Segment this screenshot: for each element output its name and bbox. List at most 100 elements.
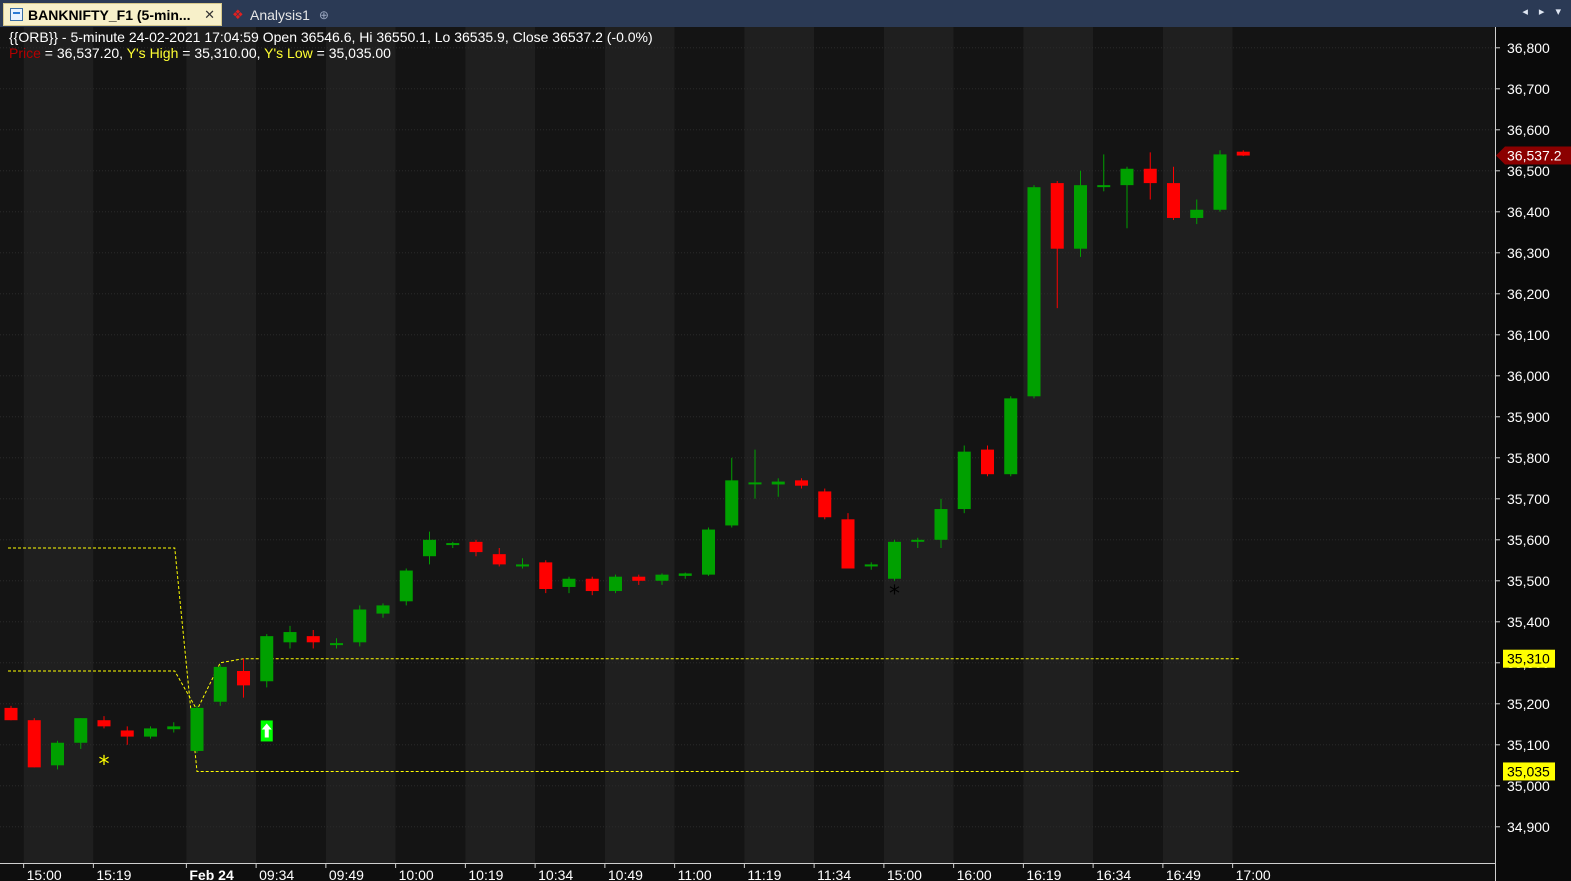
candle-body: [516, 564, 529, 567]
time-tick-label: 10:00: [399, 867, 434, 881]
candle-body: [27, 720, 41, 768]
price-tick-label: 35,500: [1507, 573, 1550, 589]
time-band: [744, 27, 815, 863]
candle-body: [818, 491, 832, 518]
price-chart[interactable]: ** 34,90035,00035,10035,20035,30035,4003…: [0, 27, 1571, 881]
price-tick-label: 36,800: [1507, 40, 1550, 56]
chart-window-icon: [10, 8, 23, 21]
candle-body: [1097, 185, 1111, 188]
yesterday-high-price-label: 35,310: [1503, 649, 1555, 668]
candle-body: [1213, 154, 1227, 210]
candle-body: [934, 509, 948, 540]
price-tick-label: 35,100: [1507, 737, 1550, 753]
candle-body: [376, 605, 390, 614]
ylow-legend-label: Y's Low: [264, 45, 313, 61]
candle-body: [725, 480, 739, 526]
candle-body: [423, 539, 436, 557]
yesterday-low-price-label: 35,035: [1503, 762, 1555, 781]
time-tick-label: 11:00: [678, 867, 712, 881]
candle-body: [330, 643, 343, 646]
candle-body: [399, 570, 413, 602]
time-band: [674, 27, 745, 863]
candle: [981, 445, 994, 477]
time-tick-label: 10:19: [468, 867, 503, 881]
tab-banknifty-chart[interactable]: BANKNIFTY_F1 (5-min... ✕: [3, 3, 222, 26]
candle-body: [190, 707, 204, 751]
time-tick-label: 11:19: [747, 867, 781, 881]
time-band: [1162, 27, 1233, 863]
candle: [190, 705, 204, 753]
candle-body: [4, 707, 18, 721]
candle: [841, 513, 855, 569]
candle: [1213, 150, 1227, 212]
candle: [51, 740, 64, 770]
candle: [213, 664, 227, 706]
candle: [957, 445, 971, 514]
candle-body: [97, 720, 111, 727]
price-axis[interactable]: 34,90035,00035,10035,20035,30035,40035,5…: [1495, 27, 1571, 881]
candle-body: [539, 562, 553, 589]
level-label-text: 35,035: [1507, 763, 1550, 779]
tab-bar: BANKNIFTY_F1 (5-min... ✕ ❖ Analysis1 ⊕ ◂…: [0, 0, 1571, 28]
candle-body: [771, 481, 785, 485]
candle-body: [306, 636, 320, 643]
candle-body: [1167, 183, 1180, 218]
time-tick-label: 09:34: [259, 867, 294, 881]
price-legend-value: = 36,537.20,: [40, 45, 127, 61]
price-legend-label: Price: [9, 45, 41, 61]
candle-body: [562, 578, 576, 587]
price-tick-label: 35,900: [1507, 409, 1550, 425]
candle: [818, 488, 832, 520]
time-tick-label: 16:49: [1166, 867, 1201, 881]
candle-body: [469, 541, 483, 553]
chart-background: [0, 27, 1495, 881]
candle: [353, 605, 367, 647]
candle-body: [609, 576, 622, 592]
signal-star-marker: *: [99, 752, 110, 777]
candle-body: [1004, 398, 1018, 475]
candle-body: [260, 636, 274, 682]
price-tick-label: 35,700: [1507, 491, 1550, 507]
candle-body: [655, 574, 669, 581]
tab-label: BANKNIFTY_F1 (5-min...: [28, 6, 191, 23]
candle-body: [864, 564, 878, 567]
candle: [27, 718, 41, 768]
candle-body: [74, 718, 88, 743]
time-tick-label: 16:34: [1096, 867, 1131, 881]
time-band: [1232, 27, 1495, 863]
price-tick-label: 35,400: [1507, 614, 1550, 630]
last-price-tag-text: 36,537.2: [1507, 148, 1562, 164]
price-tick-label: 36,200: [1507, 286, 1550, 302]
tab-analysis[interactable]: ❖ Analysis1 ⊕: [226, 3, 338, 26]
time-band: [883, 27, 954, 863]
time-tick-label: 10:49: [608, 867, 643, 881]
last-price-tag: 36,537.2: [1496, 146, 1571, 165]
price-tick-label: 36,400: [1507, 204, 1550, 220]
time-tick-label: 15:00: [887, 867, 922, 881]
buy-arrow-marker: [260, 720, 273, 742]
candle: [260, 634, 274, 688]
candle: [609, 574, 622, 594]
candle-body: [1050, 183, 1064, 249]
tab-scroll-arrows[interactable]: ◂ ▸ ▾: [1522, 5, 1565, 18]
price-tick-label: 35,800: [1507, 450, 1550, 466]
candle: [539, 560, 553, 594]
time-band: [535, 27, 605, 863]
time-band: [325, 27, 396, 863]
candle-body: [492, 554, 506, 565]
time-band: [93, 27, 187, 863]
price-tick-label: 34,900: [1507, 819, 1550, 835]
price-tick-label: 35,600: [1507, 532, 1550, 548]
time-band: [0, 27, 24, 863]
candle-body: [702, 529, 715, 575]
candle-body: [144, 728, 157, 737]
close-icon[interactable]: ✕: [204, 7, 215, 23]
pin-icon[interactable]: ⊕: [319, 8, 329, 22]
time-tick-label: 16:00: [957, 867, 992, 881]
chart-info-line: {{ORB}} - 5-minute 24-02-2021 17:04:59 O…: [9, 29, 653, 45]
time-band: [465, 27, 536, 863]
candle-body: [446, 543, 460, 546]
candle-body: [981, 449, 994, 475]
candle: [4, 705, 18, 721]
time-tick-label: Feb 24: [189, 867, 234, 881]
